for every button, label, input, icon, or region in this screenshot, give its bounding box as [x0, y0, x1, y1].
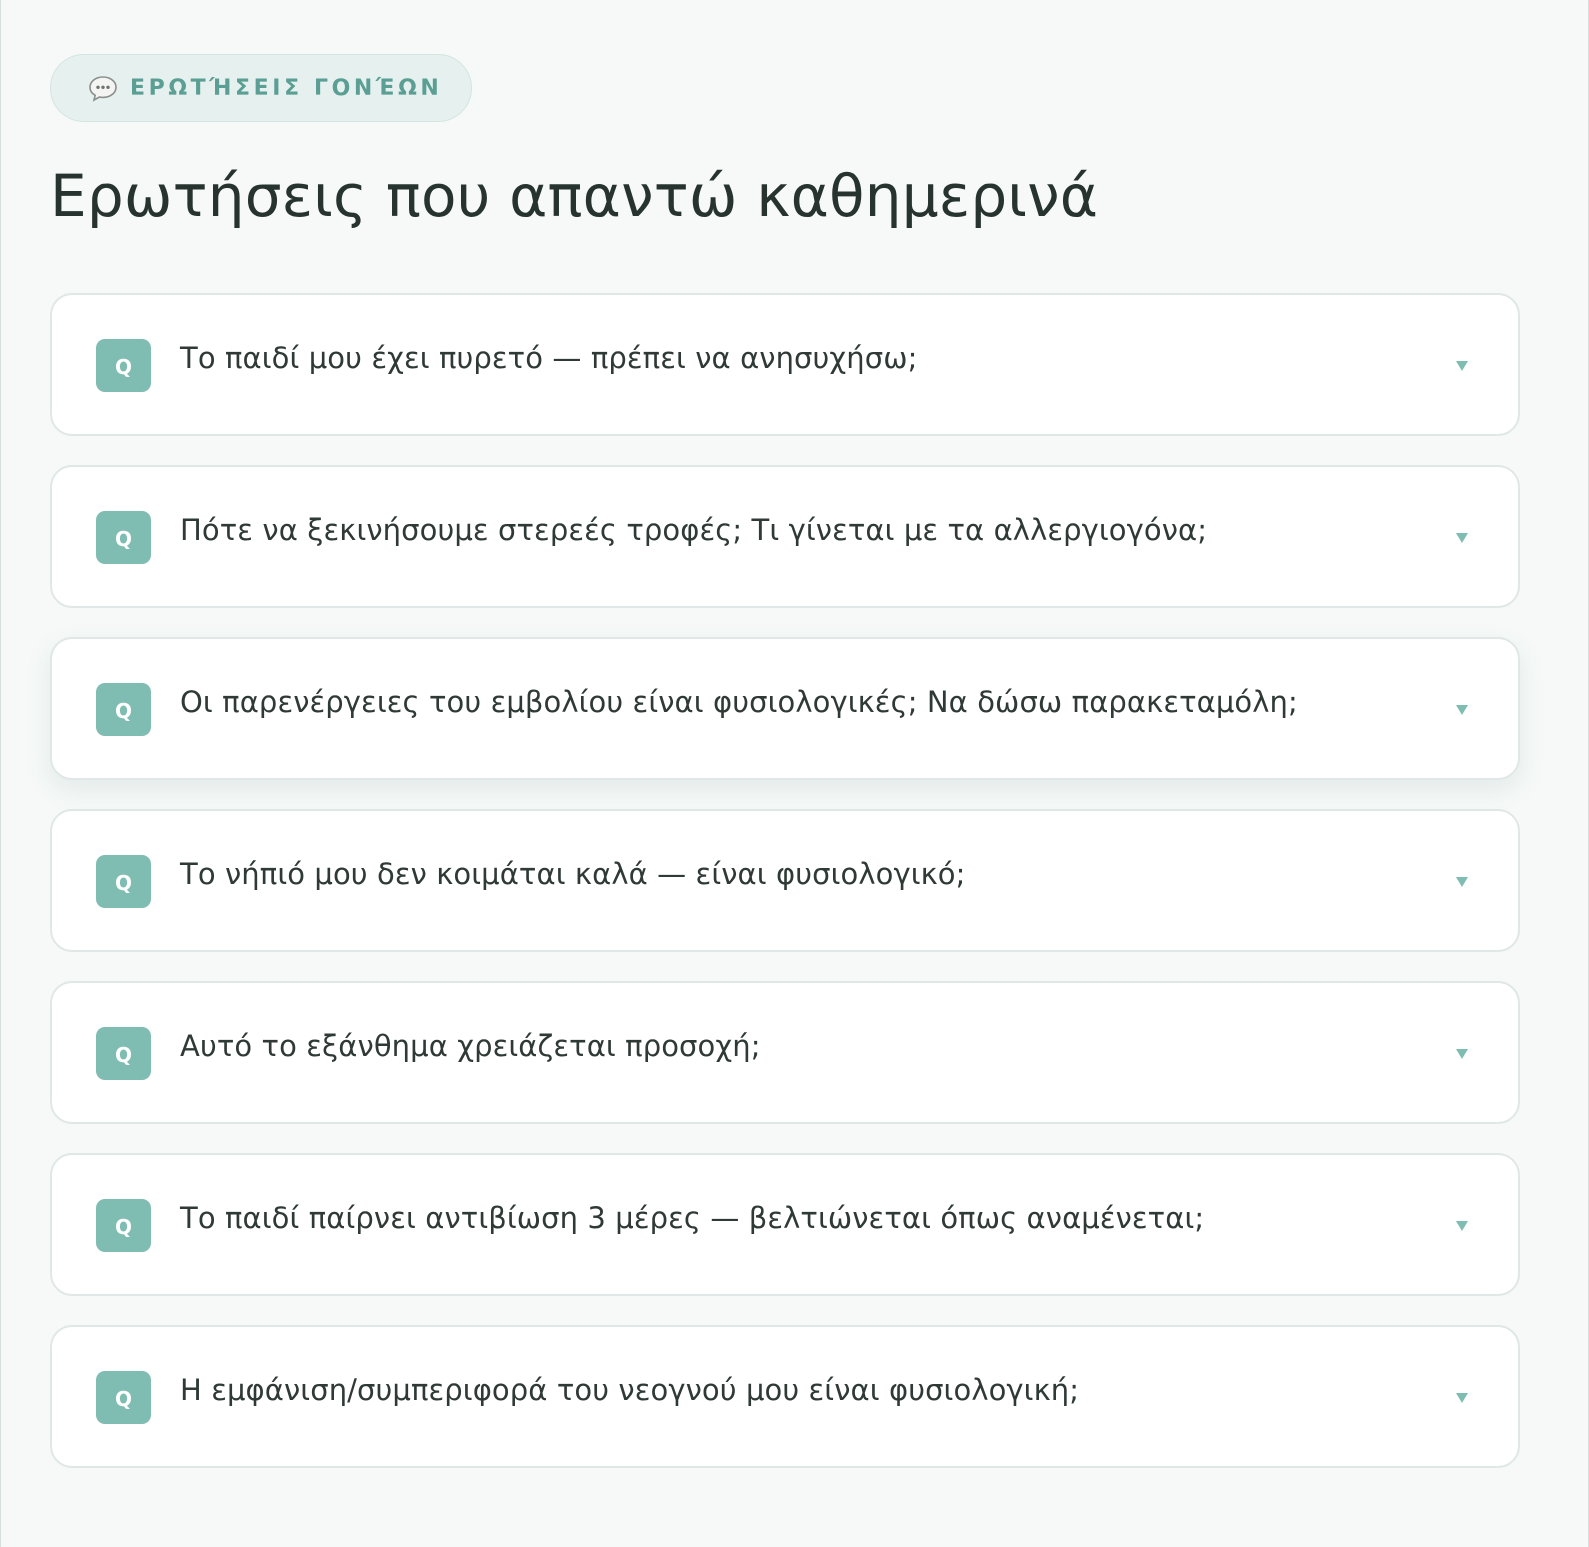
chevron-down-icon[interactable] — [1452, 1044, 1472, 1064]
question-badge: Q — [96, 683, 151, 736]
page-title: Ερωτήσεις που απαντώ καθημερινά — [50, 162, 1099, 230]
chevron-down-icon[interactable] — [1452, 1388, 1472, 1408]
faq-item[interactable]: Q Το παιδί μου έχει πυρετό — πρέπει να α… — [50, 293, 1520, 436]
question-badge: Q — [96, 1027, 151, 1080]
faq-question: Το παιδί μου έχει πυρετό — πρέπει να ανη… — [180, 341, 918, 375]
section-tag: ΕΡΩΤΉΣΕΙΣ ΓΟΝΈΩΝ — [50, 54, 472, 122]
faq-item[interactable]: Q Η εμφάνιση/συμπεριφορά του νεογνού μου… — [50, 1325, 1520, 1468]
faq-list: Q Το παιδί μου έχει πυρετό — πρέπει να α… — [50, 293, 1520, 1497]
question-badge: Q — [96, 855, 151, 908]
question-badge: Q — [96, 1371, 151, 1424]
question-badge: Q — [96, 339, 151, 392]
faq-question: Η εμφάνιση/συμπεριφορά του νεογνού μου ε… — [180, 1373, 1080, 1407]
faq-question: Οι παρενέργειες του εμβολίου είναι φυσιο… — [180, 685, 1298, 719]
chevron-down-icon[interactable] — [1452, 872, 1472, 892]
chevron-down-icon[interactable] — [1452, 356, 1472, 376]
question-badge: Q — [96, 511, 151, 564]
faq-item[interactable]: Q Το νήπιό μου δεν κοιμάται καλά — είναι… — [50, 809, 1520, 952]
faq-item[interactable]: Q Οι παρενέργειες του εμβολίου είναι φυσ… — [50, 637, 1520, 780]
faq-question: Πότε να ξεκινήσουμε στερεές τροφές; Τι γ… — [180, 513, 1208, 547]
faq-item[interactable]: Q Αυτό το εξάνθημα χρειάζεται προσοχή; — [50, 981, 1520, 1124]
faq-item[interactable]: Q Πότε να ξεκινήσουμε στερεές τροφές; Τι… — [50, 465, 1520, 608]
faq-question: Το νήπιό μου δεν κοιμάται καλά — είναι φ… — [180, 857, 966, 891]
chevron-down-icon[interactable] — [1452, 700, 1472, 720]
faq-question: Αυτό το εξάνθημα χρειάζεται προσοχή; — [180, 1029, 761, 1063]
page: ΕΡΩΤΉΣΕΙΣ ΓΟΝΈΩΝ Ερωτήσεις που απαντώ κα… — [0, 0, 1589, 1547]
faq-item[interactable]: Q Το παιδί παίρνει αντιβίωση 3 μέρες — β… — [50, 1153, 1520, 1296]
section-tag-label: ΕΡΩΤΉΣΕΙΣ ΓΟΝΈΩΝ — [130, 75, 443, 101]
chevron-down-icon[interactable] — [1452, 1216, 1472, 1236]
question-badge: Q — [96, 1199, 151, 1252]
chevron-down-icon[interactable] — [1452, 528, 1472, 548]
speech-bubble-icon — [88, 74, 118, 102]
faq-question: Το παιδί παίρνει αντιβίωση 3 μέρες — βελ… — [180, 1201, 1205, 1235]
